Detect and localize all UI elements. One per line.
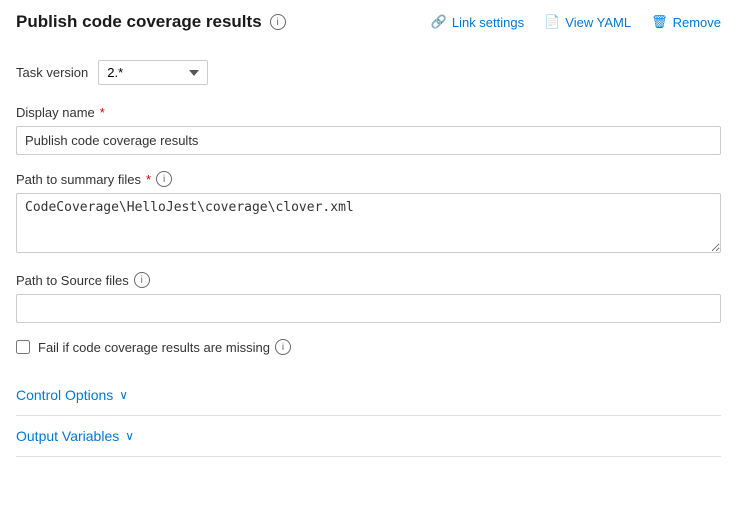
remove-icon: 🗑 (651, 14, 668, 30)
path-source-field: Path to Source files i (16, 272, 721, 323)
output-variables-section: Output Variables ∨ (16, 416, 721, 457)
view-yaml-label: View YAML (565, 15, 631, 30)
fail-checkbox-info-icon[interactable]: i (275, 339, 291, 355)
display-name-label: Display name * (16, 105, 721, 120)
fail-checkbox[interactable] (16, 340, 30, 354)
panel-header: Publish code coverage results i 🔗 Link s… (16, 12, 721, 42)
view-yaml-button[interactable]: 📄 View YAML (544, 14, 631, 30)
remove-button[interactable]: 🗑 Remove (651, 14, 721, 30)
header-actions: 🔗 Link settings 📄 View YAML 🗑 Remove (431, 14, 721, 30)
path-source-info-icon[interactable]: i (134, 272, 150, 288)
control-options-header[interactable]: Control Options ∨ (16, 387, 721, 403)
display-name-required: * (100, 105, 105, 120)
page-title: Publish code coverage results (16, 12, 262, 32)
task-version-select[interactable]: 2.* (98, 60, 208, 85)
link-icon: 🔗 (431, 14, 447, 30)
task-version-label: Task version (16, 65, 88, 80)
output-variables-label: Output Variables (16, 428, 119, 444)
link-settings-button[interactable]: 🔗 Link settings (431, 14, 524, 30)
header-left: Publish code coverage results i (16, 12, 286, 32)
path-summary-input[interactable] (16, 193, 721, 253)
output-variables-header[interactable]: Output Variables ∨ (16, 428, 721, 444)
path-summary-info-icon[interactable]: i (156, 171, 172, 187)
path-summary-required: * (146, 172, 151, 187)
task-version-row: Task version 2.* (16, 60, 721, 85)
path-source-label: Path to Source files i (16, 272, 721, 288)
output-variables-chevron: ∨ (125, 429, 134, 443)
link-settings-label: Link settings (452, 15, 524, 30)
path-summary-label: Path to summary files * i (16, 171, 721, 187)
remove-label: Remove (673, 15, 721, 30)
control-options-chevron: ∨ (119, 388, 128, 402)
control-options-section: Control Options ∨ (16, 375, 721, 416)
title-info-icon[interactable]: i (270, 14, 286, 30)
yaml-icon: 📄 (544, 14, 560, 30)
path-source-input[interactable] (16, 294, 721, 323)
fail-checkbox-row: Fail if code coverage results are missin… (16, 339, 721, 355)
display-name-field: Display name * (16, 105, 721, 155)
path-summary-field: Path to summary files * i (16, 171, 721, 256)
display-name-input[interactable] (16, 126, 721, 155)
fail-checkbox-label: Fail if code coverage results are missin… (38, 339, 291, 355)
control-options-label: Control Options (16, 387, 113, 403)
